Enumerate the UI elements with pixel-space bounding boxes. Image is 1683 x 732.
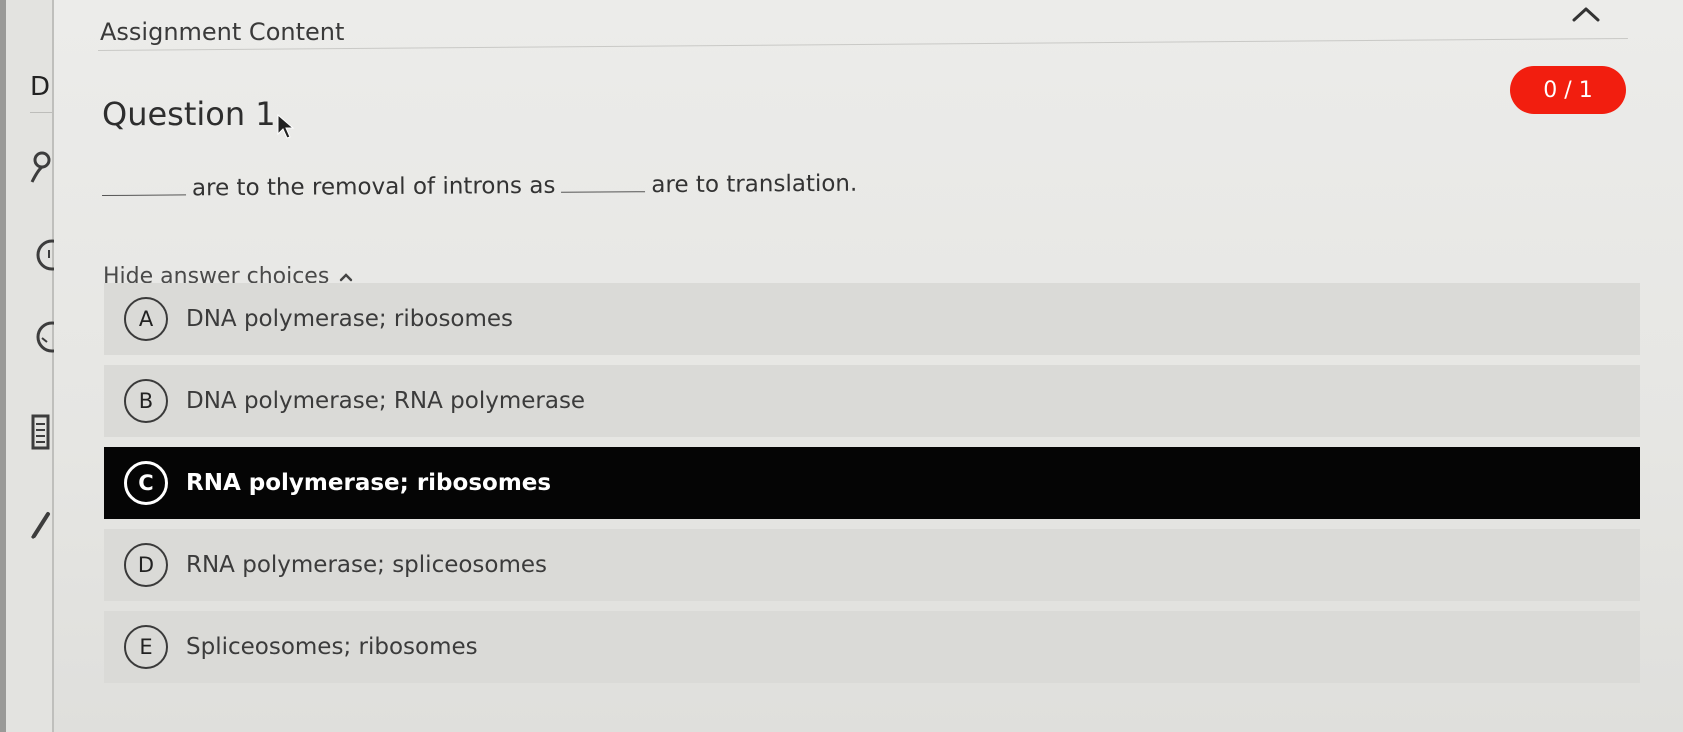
check-circle-icon[interactable] — [30, 320, 54, 354]
stem-middle-text: are to the removal of introns as — [191, 172, 556, 202]
choice-letter: D — [124, 543, 168, 587]
score-badge: 0 / 1 — [1510, 66, 1626, 114]
chevron-up-icon — [340, 272, 353, 281]
section-title: Assignment Content — [100, 18, 345, 46]
choice-text: RNA polymerase; spliceosomes — [186, 552, 548, 578]
answer-choice-e[interactable]: E Spliceosomes; ribosomes — [104, 611, 1640, 683]
left-sidebar — [6, 0, 54, 732]
sidebar-letter[interactable]: D — [30, 72, 50, 102]
choice-text: Spliceosomes; ribosomes — [186, 634, 478, 660]
sidebar-divider — [30, 112, 52, 113]
choice-text: RNA polymerase; ribosomes — [186, 470, 552, 496]
chevron-up-icon[interactable] — [1568, 2, 1604, 28]
page: D Assignment Content Question 1 0 / 1 ar… — [0, 0, 1683, 732]
choice-letter: C — [124, 461, 168, 505]
user-icon[interactable] — [30, 150, 54, 190]
answer-blank-2 — [561, 174, 646, 193]
choice-text: DNA polymerase; ribosomes — [186, 306, 514, 332]
choice-letter: E — [124, 625, 168, 669]
mouse-cursor-icon — [277, 114, 295, 139]
choice-letter: A — [124, 297, 168, 341]
pencil-icon[interactable] — [30, 508, 52, 540]
choice-text: DNA polymerase; RNA polymerase — [186, 388, 586, 414]
answer-choice-a[interactable]: A DNA polymerase; ribosomes — [104, 283, 1640, 355]
answer-choices: A DNA polymerase; ribosomes B DNA polyme… — [104, 283, 1640, 693]
question-stem: are to the removal of introns as are to … — [101, 170, 858, 202]
clock-icon[interactable] — [30, 238, 54, 272]
answer-choice-d[interactable]: D RNA polymerase; spliceosomes — [104, 529, 1640, 601]
choice-letter: B — [124, 379, 168, 423]
answer-blank-1 — [101, 177, 187, 196]
question-title: Question 1 — [102, 95, 276, 133]
stem-end-text: are to translation. — [651, 170, 858, 199]
answer-choice-c[interactable]: C RNA polymerase; ribosomes — [104, 447, 1640, 519]
calendar-icon[interactable] — [30, 412, 50, 452]
answer-choice-b[interactable]: B DNA polymerase; RNA polymerase — [104, 365, 1640, 437]
